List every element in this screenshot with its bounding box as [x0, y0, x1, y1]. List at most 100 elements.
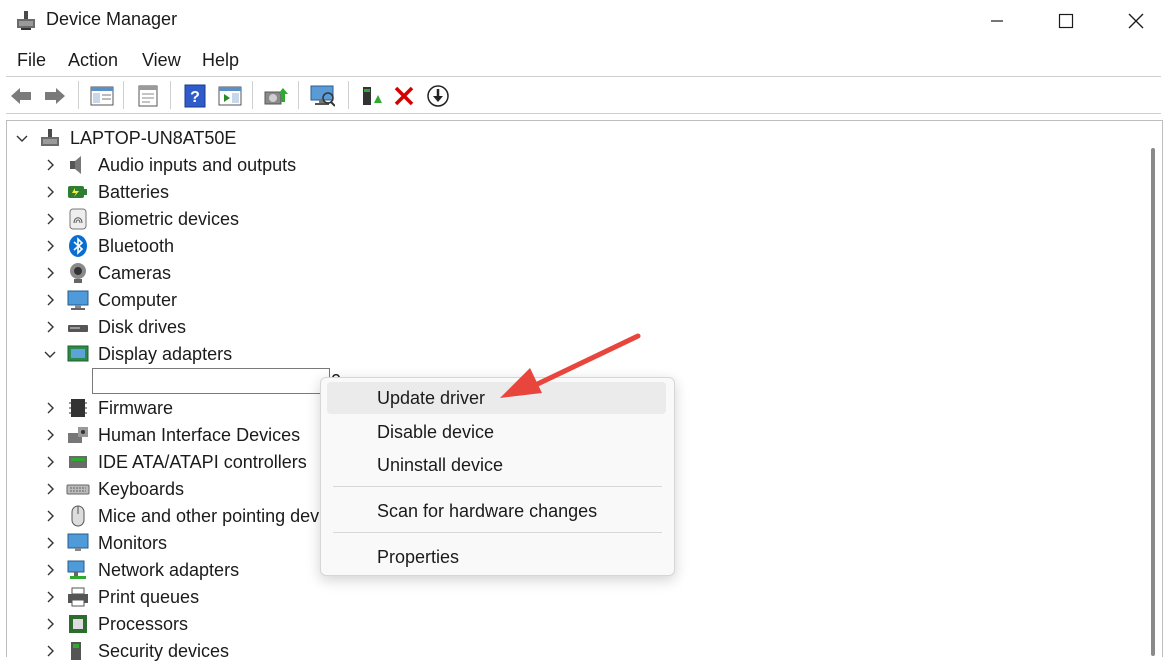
toolbar: ? — [0, 77, 1167, 113]
tree-category-item[interactable]: Print queues — [98, 584, 199, 610]
expand-chevron-icon[interactable] — [43, 212, 57, 226]
expand-chevron-icon[interactable] — [43, 590, 57, 604]
printer-icon — [68, 587, 88, 607]
expand-chevron-icon[interactable] — [43, 158, 57, 172]
back-button[interactable] — [8, 83, 34, 109]
tree-category-item[interactable]: Processors — [98, 611, 188, 637]
disable-device-menu-item[interactable]: Disable device — [327, 416, 666, 448]
camera-icon — [70, 263, 86, 283]
expand-chevron-icon[interactable] — [43, 482, 57, 496]
tree-category-item[interactable]: Firmware — [98, 395, 173, 421]
maximize-button[interactable] — [1030, 0, 1102, 42]
menu-bar: File Action View Help — [0, 42, 1167, 76]
menu-file[interactable]: File — [17, 50, 46, 71]
disk-drive-icon — [68, 325, 88, 332]
scan-hardware-menu-item[interactable]: Scan for hardware changes — [327, 495, 666, 527]
expand-chevron-icon[interactable] — [43, 428, 57, 442]
expand-chevron-icon[interactable] — [43, 617, 57, 631]
tree-category-item[interactable]: Bluetooth — [98, 233, 174, 259]
tree-category-item[interactable]: Security devices — [98, 638, 229, 664]
ide-controller-icon — [69, 456, 87, 468]
forward-button[interactable] — [42, 83, 68, 109]
properties-button[interactable] — [135, 83, 161, 109]
help-button[interactable]: ? — [182, 83, 208, 109]
security-device-icon — [71, 642, 81, 660]
menu-help[interactable]: Help — [202, 50, 239, 71]
menu-item-label: Disable device — [377, 422, 495, 442]
toolbar-separator — [78, 81, 79, 109]
minimize-icon — [991, 20, 1003, 22]
device-manager-app-icon — [17, 11, 35, 30]
expand-chevron-icon[interactable] — [43, 266, 57, 280]
mouse-icon — [71, 505, 85, 527]
download-icon — [427, 85, 449, 107]
tree-category-item[interactable]: Disk drives — [98, 314, 186, 340]
window-title: Device Manager — [46, 9, 178, 29]
expand-chevron-icon[interactable] — [43, 536, 57, 550]
toolbar-separator — [348, 81, 349, 109]
menu-item-label: Update driver — [377, 388, 486, 408]
update-driver-menu-item[interactable]: Update driver — [327, 382, 666, 414]
close-button[interactable] — [1100, 0, 1167, 42]
update-driver-button[interactable] — [263, 83, 289, 109]
title-bar: Device Manager — [0, 0, 1167, 42]
menu-separator — [333, 486, 662, 487]
bluetooth-icon — [69, 235, 87, 257]
tree-category-item[interactable]: Cameras — [98, 260, 171, 286]
keyboard-icon — [66, 484, 90, 495]
expand-chevron-icon[interactable] — [43, 401, 57, 415]
toolbar-separator — [298, 81, 299, 109]
tree-category-item[interactable]: Mice and other pointing devices — [98, 503, 351, 529]
toolbar-divider — [6, 113, 1161, 114]
tree-category-item[interactable]: Network adapters — [98, 557, 239, 583]
tree-category-item[interactable]: Audio inputs and outputs — [98, 152, 296, 178]
back-icon — [11, 88, 31, 104]
scan-hardware-button[interactable] — [309, 83, 335, 109]
collapse-chevron-icon[interactable] — [43, 347, 57, 361]
uninstall-device-button[interactable] — [391, 83, 417, 109]
show-hide-console-tree-button[interactable] — [89, 83, 115, 109]
enable-device-icon — [363, 87, 382, 105]
disable-device-button[interactable] — [425, 83, 451, 109]
tree-category-item[interactable]: IDE ATA/ATAPI controllers — [98, 449, 307, 475]
display-adapter-icon — [67, 345, 89, 362]
context-menu: Update driver Disable device Uninstall d… — [320, 377, 675, 576]
minimize-button[interactable] — [961, 0, 1033, 42]
menu-action[interactable]: Action — [68, 50, 118, 71]
tree-root-label[interactable]: LAPTOP-UN8AT50E — [70, 125, 236, 151]
expand-chevron-icon[interactable] — [43, 239, 57, 253]
menu-item-label: Uninstall device — [377, 455, 504, 475]
collapse-chevron-icon[interactable] — [15, 131, 29, 145]
expand-chevron-icon[interactable] — [43, 563, 57, 577]
vertical-scrollbar[interactable] — [1151, 148, 1155, 656]
menu-separator — [333, 532, 662, 533]
network-adapter-icon — [67, 560, 86, 579]
uninstall-device-menu-item[interactable]: Uninstall device — [327, 449, 666, 481]
menu-view[interactable]: View — [142, 50, 181, 71]
close-icon — [1128, 13, 1144, 29]
show-hide-action-pane-button[interactable] — [217, 83, 243, 109]
tree-category-item[interactable]: Display adapters — [98, 341, 232, 367]
expand-chevron-icon[interactable] — [43, 320, 57, 334]
update-driver-icon — [264, 88, 288, 105]
svg-text:?: ? — [190, 89, 200, 106]
tree-category-item[interactable]: Human Interface Devices — [98, 422, 300, 448]
uninstall-icon — [394, 86, 414, 106]
tree-category-item[interactable]: Keyboards — [98, 476, 184, 502]
tree-category-item[interactable]: Monitors — [98, 530, 167, 556]
expand-chevron-icon[interactable] — [43, 455, 57, 469]
forward-icon — [45, 88, 65, 104]
tree-category-item[interactable]: Batteries — [98, 179, 169, 205]
expand-chevron-icon[interactable] — [43, 293, 57, 307]
expand-chevron-icon[interactable] — [43, 185, 57, 199]
processor-icon — [69, 615, 87, 633]
tree-category-item[interactable]: Computer — [98, 287, 177, 313]
expand-chevron-icon[interactable] — [43, 509, 57, 523]
enable-device-button[interactable] — [358, 83, 384, 109]
maximize-icon — [1058, 13, 1074, 29]
console-tree-icon — [90, 86, 114, 106]
properties-menu-item[interactable]: Properties — [327, 541, 666, 573]
fingerprint-icon — [69, 208, 87, 230]
menu-item-label: Properties — [377, 547, 460, 567]
tree-category-item[interactable]: Biometric devices — [98, 206, 239, 232]
